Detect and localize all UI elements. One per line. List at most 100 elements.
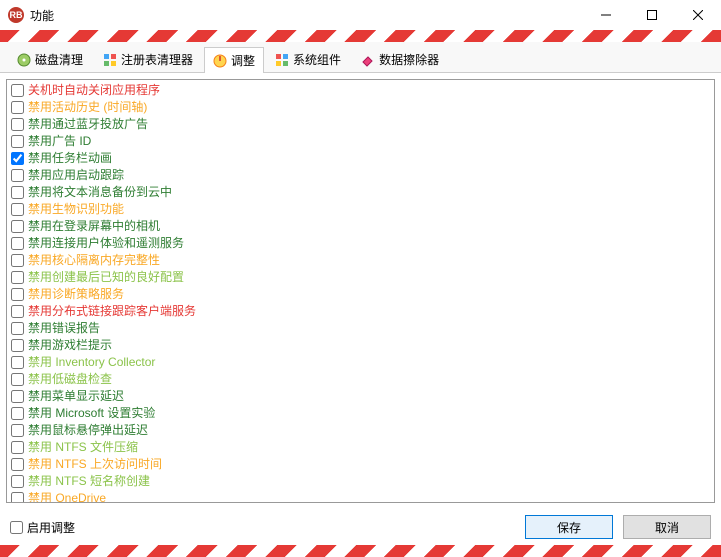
list-item[interactable]: 禁用将文本消息备份到云中 (11, 184, 710, 201)
enable-tweaks-checkbox[interactable]: 启用调整 (10, 519, 75, 536)
tab-disk[interactable]: 磁盘清理 (8, 46, 92, 72)
list-item[interactable]: 禁用核心隔离内存完整性 (11, 252, 710, 269)
tab-components[interactable]: 系统组件 (266, 46, 350, 72)
item-checkbox[interactable] (11, 84, 24, 97)
item-label: 禁用核心隔离内存完整性 (28, 252, 160, 269)
item-checkbox[interactable] (11, 458, 24, 471)
list-item[interactable]: 禁用 Inventory Collector (11, 354, 710, 371)
item-label: 禁用生物识别功能 (28, 201, 124, 218)
item-checkbox[interactable] (11, 492, 24, 503)
item-checkbox[interactable] (11, 373, 24, 386)
item-checkbox[interactable] (11, 322, 24, 335)
tab-label: 数据擦除器 (379, 51, 439, 68)
item-checkbox[interactable] (11, 305, 24, 318)
app-icon: RB (8, 7, 24, 23)
list-item[interactable]: 禁用任务栏动画 (11, 150, 710, 167)
item-label: 禁用活动历史 (时间轴) (28, 99, 147, 116)
item-label: 禁用 OneDrive (28, 490, 106, 503)
list-item[interactable]: 禁用生物识别功能 (11, 201, 710, 218)
tab-registry[interactable]: 注册表清理器 (94, 46, 202, 72)
list-item[interactable]: 禁用 NTFS 短名称创建 (11, 473, 710, 490)
item-label: 禁用诊断策略服务 (28, 286, 124, 303)
item-label: 禁用任务栏动画 (28, 150, 112, 167)
top-stripe (0, 30, 721, 42)
item-checkbox[interactable] (11, 424, 24, 437)
item-checkbox[interactable] (11, 186, 24, 199)
list-item[interactable]: 禁用广告 ID (11, 133, 710, 150)
tab-label: 调整 (231, 52, 255, 69)
list-item[interactable]: 禁用错误报告 (11, 320, 710, 337)
list-item[interactable]: 禁用通过蓝牙投放广告 (11, 116, 710, 133)
registry-icon (103, 53, 117, 67)
titlebar: RB 功能 (0, 0, 721, 30)
tab-tune[interactable]: 调整 (204, 47, 264, 73)
tab-eraser[interactable]: 数据擦除器 (352, 46, 448, 72)
item-checkbox[interactable] (11, 407, 24, 420)
minimize-button[interactable] (583, 0, 629, 30)
enable-tweaks-label: 启用调整 (27, 519, 75, 536)
item-checkbox[interactable] (11, 237, 24, 250)
components-icon (275, 53, 289, 67)
list-item[interactable]: 禁用 NTFS 文件压缩 (11, 439, 710, 456)
item-checkbox[interactable] (11, 101, 24, 114)
item-label: 禁用通过蓝牙投放广告 (28, 116, 148, 133)
list-item[interactable]: 禁用 NTFS 上次访问时间 (11, 456, 710, 473)
item-label: 禁用 Inventory Collector (28, 354, 155, 371)
item-label: 禁用菜单显示延迟 (28, 388, 124, 405)
list-item[interactable]: 禁用创建最后已知的良好配置 (11, 269, 710, 286)
item-checkbox[interactable] (11, 441, 24, 454)
item-checkbox[interactable] (11, 390, 24, 403)
list-item[interactable]: 禁用低磁盘检查 (11, 371, 710, 388)
item-label: 禁用将文本消息备份到云中 (28, 184, 172, 201)
content-area: 关机时自动关闭应用程序禁用活动历史 (时间轴)禁用通过蓝牙投放广告禁用广告 ID… (0, 73, 721, 509)
item-label: 禁用在登录屏幕中的相机 (28, 218, 160, 235)
item-checkbox[interactable] (11, 203, 24, 216)
list-item[interactable]: 禁用 OneDrive (11, 490, 710, 503)
item-checkbox[interactable] (11, 475, 24, 488)
list-item[interactable]: 禁用应用启动跟踪 (11, 167, 710, 184)
item-label: 禁用 NTFS 短名称创建 (28, 473, 150, 490)
item-checkbox[interactable] (11, 271, 24, 284)
item-label: 禁用低磁盘检查 (28, 371, 112, 388)
item-label: 禁用鼠标悬停弹出延迟 (28, 422, 148, 439)
item-checkbox[interactable] (11, 254, 24, 267)
window-title: 功能 (30, 7, 583, 24)
list-item[interactable]: 关机时自动关闭应用程序 (11, 82, 710, 99)
item-checkbox[interactable] (11, 135, 24, 148)
disk-icon (17, 53, 31, 67)
list-item[interactable]: 禁用在登录屏幕中的相机 (11, 218, 710, 235)
item-checkbox[interactable] (11, 169, 24, 182)
list-item[interactable]: 禁用菜单显示延迟 (11, 388, 710, 405)
enable-tweaks-input[interactable] (10, 521, 23, 534)
save-button[interactable]: 保存 (525, 515, 613, 539)
item-checkbox[interactable] (11, 288, 24, 301)
item-checkbox[interactable] (11, 339, 24, 352)
item-label: 禁用应用启动跟踪 (28, 167, 124, 184)
window-controls (583, 0, 721, 30)
list-item[interactable]: 禁用分布式链接跟踪客户端服务 (11, 303, 710, 320)
tweaks-list[interactable]: 关机时自动关闭应用程序禁用活动历史 (时间轴)禁用通过蓝牙投放广告禁用广告 ID… (6, 79, 715, 503)
tune-icon (213, 54, 227, 68)
item-label: 禁用创建最后已知的良好配置 (28, 269, 184, 286)
item-label: 禁用 Microsoft 设置实验 (28, 405, 155, 422)
eraser-icon (361, 53, 375, 67)
item-label: 禁用游戏栏提示 (28, 337, 112, 354)
list-item[interactable]: 禁用活动历史 (时间轴) (11, 99, 710, 116)
tab-bar: 磁盘清理注册表清理器 调整系统组件 数据擦除器 (0, 42, 721, 73)
close-button[interactable] (675, 0, 721, 30)
item-label: 禁用错误报告 (28, 320, 100, 337)
list-item[interactable]: 禁用 Microsoft 设置实验 (11, 405, 710, 422)
maximize-button[interactable] (629, 0, 675, 30)
cancel-button[interactable]: 取消 (623, 515, 711, 539)
item-checkbox[interactable] (11, 356, 24, 369)
list-item[interactable]: 禁用诊断策略服务 (11, 286, 710, 303)
item-checkbox[interactable] (11, 152, 24, 165)
item-label: 禁用连接用户体验和遥测服务 (28, 235, 184, 252)
item-checkbox[interactable] (11, 118, 24, 131)
list-item[interactable]: 禁用鼠标悬停弹出延迟 (11, 422, 710, 439)
bottom-bar: 启用调整 保存 取消 (0, 509, 721, 545)
list-item[interactable]: 禁用连接用户体验和遥测服务 (11, 235, 710, 252)
list-item[interactable]: 禁用游戏栏提示 (11, 337, 710, 354)
item-checkbox[interactable] (11, 220, 24, 233)
bottom-stripe (0, 545, 721, 557)
